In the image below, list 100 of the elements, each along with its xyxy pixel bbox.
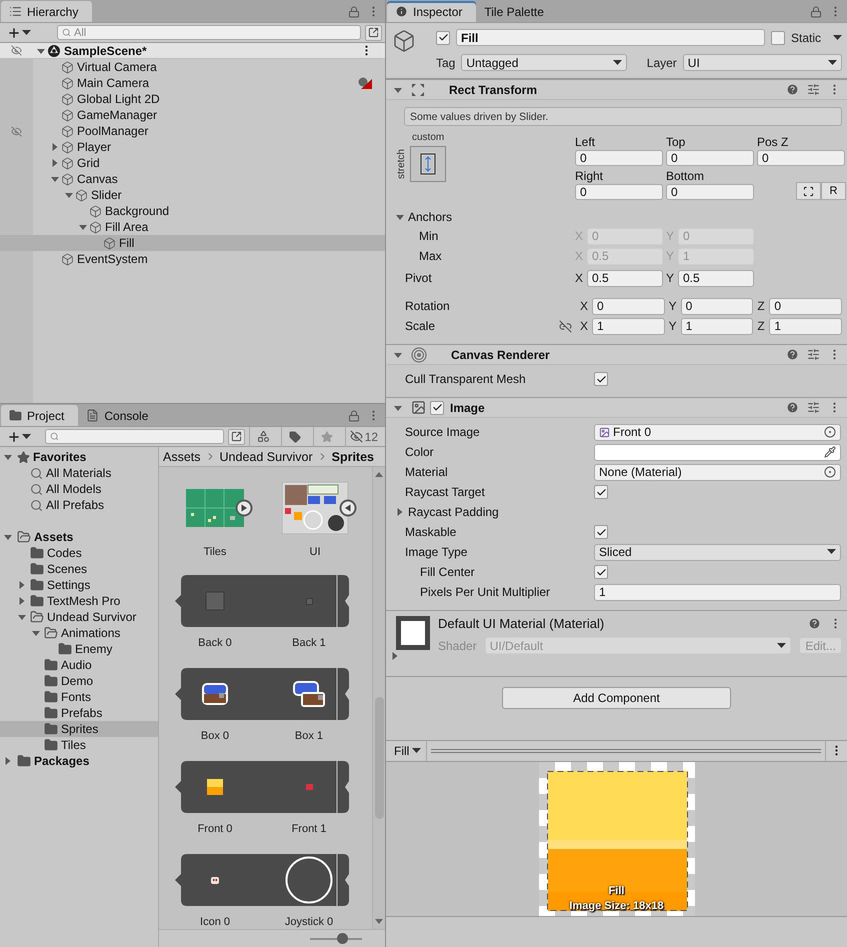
- project-tree-item[interactable]: Tiles: [0, 737, 158, 753]
- add-component-button[interactable]: Add Component: [502, 687, 731, 709]
- search-field[interactable]: [45, 429, 224, 444]
- number-field[interactable]: 1: [680, 318, 754, 334]
- scroll-down-icon[interactable]: [375, 919, 383, 925]
- foldout-arrow-icon[interactable]: [396, 213, 404, 221]
- component-header[interactable]: Canvas Renderer: [386, 344, 847, 365]
- scroll-up-icon[interactable]: [375, 471, 383, 477]
- foldout-arrow-icon[interactable]: [51, 159, 59, 167]
- checkbox[interactable]: [430, 400, 444, 414]
- presets-icon[interactable]: [807, 348, 820, 361]
- dropdown[interactable]: Untagged: [461, 54, 627, 71]
- lock-icon[interactable]: [810, 6, 822, 18]
- scene-item[interactable]: SampleScene*: [0, 43, 385, 59]
- foldout-arrow-icon[interactable]: [65, 191, 73, 199]
- number-field[interactable]: 0.5: [678, 270, 754, 286]
- number-field[interactable]: 0: [592, 298, 665, 314]
- project-tree-item[interactable]: Assets: [0, 529, 158, 545]
- dropdown[interactable]: Sliced: [594, 544, 841, 560]
- hierarchy-item[interactable]: PoolManager: [0, 123, 385, 139]
- number-field[interactable]: 0: [666, 184, 754, 200]
- project-tree-item[interactable]: Favorites: [0, 449, 158, 465]
- number-field[interactable]: 1: [592, 318, 665, 334]
- project-tree-item[interactable]: Animations: [0, 625, 158, 641]
- foldout-arrow-icon[interactable]: [51, 175, 59, 183]
- eye-off-icon[interactable]: [11, 126, 22, 136]
- anchor-preset-button[interactable]: [410, 146, 446, 182]
- help-icon[interactable]: [786, 83, 799, 96]
- scrollbar-thumb[interactable]: [374, 697, 384, 819]
- foldout-arrow-icon[interactable]: [394, 86, 402, 94]
- hierarchy-item[interactable]: Main Camera: [0, 75, 385, 91]
- foldout-arrow-icon[interactable]: [4, 533, 12, 541]
- target-icon[interactable]: [824, 426, 836, 438]
- name-field[interactable]: Fill: [456, 29, 765, 46]
- slider-thumb[interactable]: [337, 933, 348, 944]
- search-options-button[interactable]: [365, 24, 382, 40]
- preview-dropdown[interactable]: Fill: [386, 740, 428, 761]
- foldout[interactable]: Anchors: [386, 210, 452, 224]
- project-tree-item[interactable]: TextMesh Pro: [0, 593, 158, 609]
- component-header[interactable]: Image: [386, 397, 847, 418]
- search-options-button[interactable]: [228, 428, 245, 444]
- hierarchy-item[interactable]: Background: [0, 203, 385, 219]
- number-field[interactable]: 0: [680, 298, 754, 314]
- checkbox[interactable]: [594, 565, 608, 579]
- project-tree-item[interactable]: Prefabs: [0, 705, 158, 721]
- project-tree-item[interactable]: Packages: [0, 753, 158, 769]
- checkbox[interactable]: [594, 525, 608, 539]
- help-icon[interactable]: [786, 401, 799, 414]
- number-field[interactable]: 0: [757, 150, 845, 166]
- project-tree-item[interactable]: Audio: [0, 657, 158, 673]
- panel-tab[interactable]: Hierarchy: [1, 1, 92, 22]
- checkbox[interactable]: [770, 30, 785, 44]
- project-tree-item[interactable]: Scenes: [0, 561, 158, 577]
- number-field[interactable]: 0: [769, 298, 842, 314]
- raw-edit-button[interactable]: R: [821, 182, 846, 200]
- foldout-arrow-icon[interactable]: [32, 629, 40, 637]
- hierarchy-item[interactable]: Player: [0, 139, 385, 155]
- foldout-arrow-icon[interactable]: [394, 404, 402, 412]
- scrollbar[interactable]: [372, 467, 385, 929]
- hierarchy-item[interactable]: Fill: [0, 235, 385, 251]
- component-header[interactable]: Rect Transform: [386, 79, 847, 100]
- checkbox[interactable]: [594, 485, 608, 499]
- object-field[interactable]: None (Material): [594, 464, 841, 480]
- checkbox[interactable]: [594, 372, 608, 386]
- project-tree-item[interactable]: All Materials: [0, 465, 158, 481]
- panel-tab[interactable]: Tile Palette: [476, 1, 558, 22]
- number-field[interactable]: 0: [575, 184, 663, 200]
- project-tree-item[interactable]: Fonts: [0, 689, 158, 705]
- panel-tab[interactable]: Inspector: [387, 1, 476, 22]
- project-tree-item[interactable]: All Models: [0, 481, 158, 497]
- hierarchy-item[interactable]: Global Light 2D: [0, 91, 385, 107]
- foldout-arrow-icon[interactable]: [18, 581, 26, 589]
- help-icon[interactable]: [808, 617, 821, 630]
- foldout-arrow-icon[interactable]: [4, 453, 12, 461]
- project-tree-item[interactable]: Settings: [0, 577, 158, 593]
- foldout-arrow-icon[interactable]: [18, 597, 26, 605]
- project-tree-item[interactable]: Enemy: [0, 641, 158, 657]
- panel-tab[interactable]: Console: [78, 405, 162, 426]
- foldout-arrow-icon[interactable]: [396, 508, 404, 516]
- foldout-arrow-icon[interactable]: [18, 613, 26, 621]
- text-field[interactable]: 1: [594, 584, 841, 600]
- project-tree-item[interactable]: Undead Survivor: [0, 609, 158, 625]
- breadcrumb-link[interactable]: Assets: [163, 450, 201, 464]
- foldout-arrow-icon[interactable]: [4, 757, 12, 765]
- hierarchy-item[interactable]: Canvas: [0, 171, 385, 187]
- hierarchy-item[interactable]: Virtual Camera: [0, 59, 385, 75]
- hierarchy-item[interactable]: GameManager: [0, 107, 385, 123]
- lock-icon[interactable]: [348, 6, 360, 18]
- presets-icon[interactable]: [807, 83, 820, 96]
- breadcrumb-link[interactable]: Undead Survivor: [220, 450, 313, 464]
- unlink-icon[interactable]: [559, 320, 572, 332]
- foldout[interactable]: Raycast Padding: [386, 505, 499, 519]
- expand-button[interactable]: [235, 499, 253, 517]
- checkbox[interactable]: [436, 30, 450, 44]
- number-field[interactable]: 0.5: [587, 270, 663, 286]
- number-field[interactable]: 1: [769, 318, 842, 334]
- splitter-handle[interactable]: [431, 748, 821, 752]
- expand-button[interactable]: [339, 499, 357, 517]
- foldout-arrow-icon[interactable]: [394, 350, 402, 358]
- dropdown[interactable]: UI: [682, 54, 842, 71]
